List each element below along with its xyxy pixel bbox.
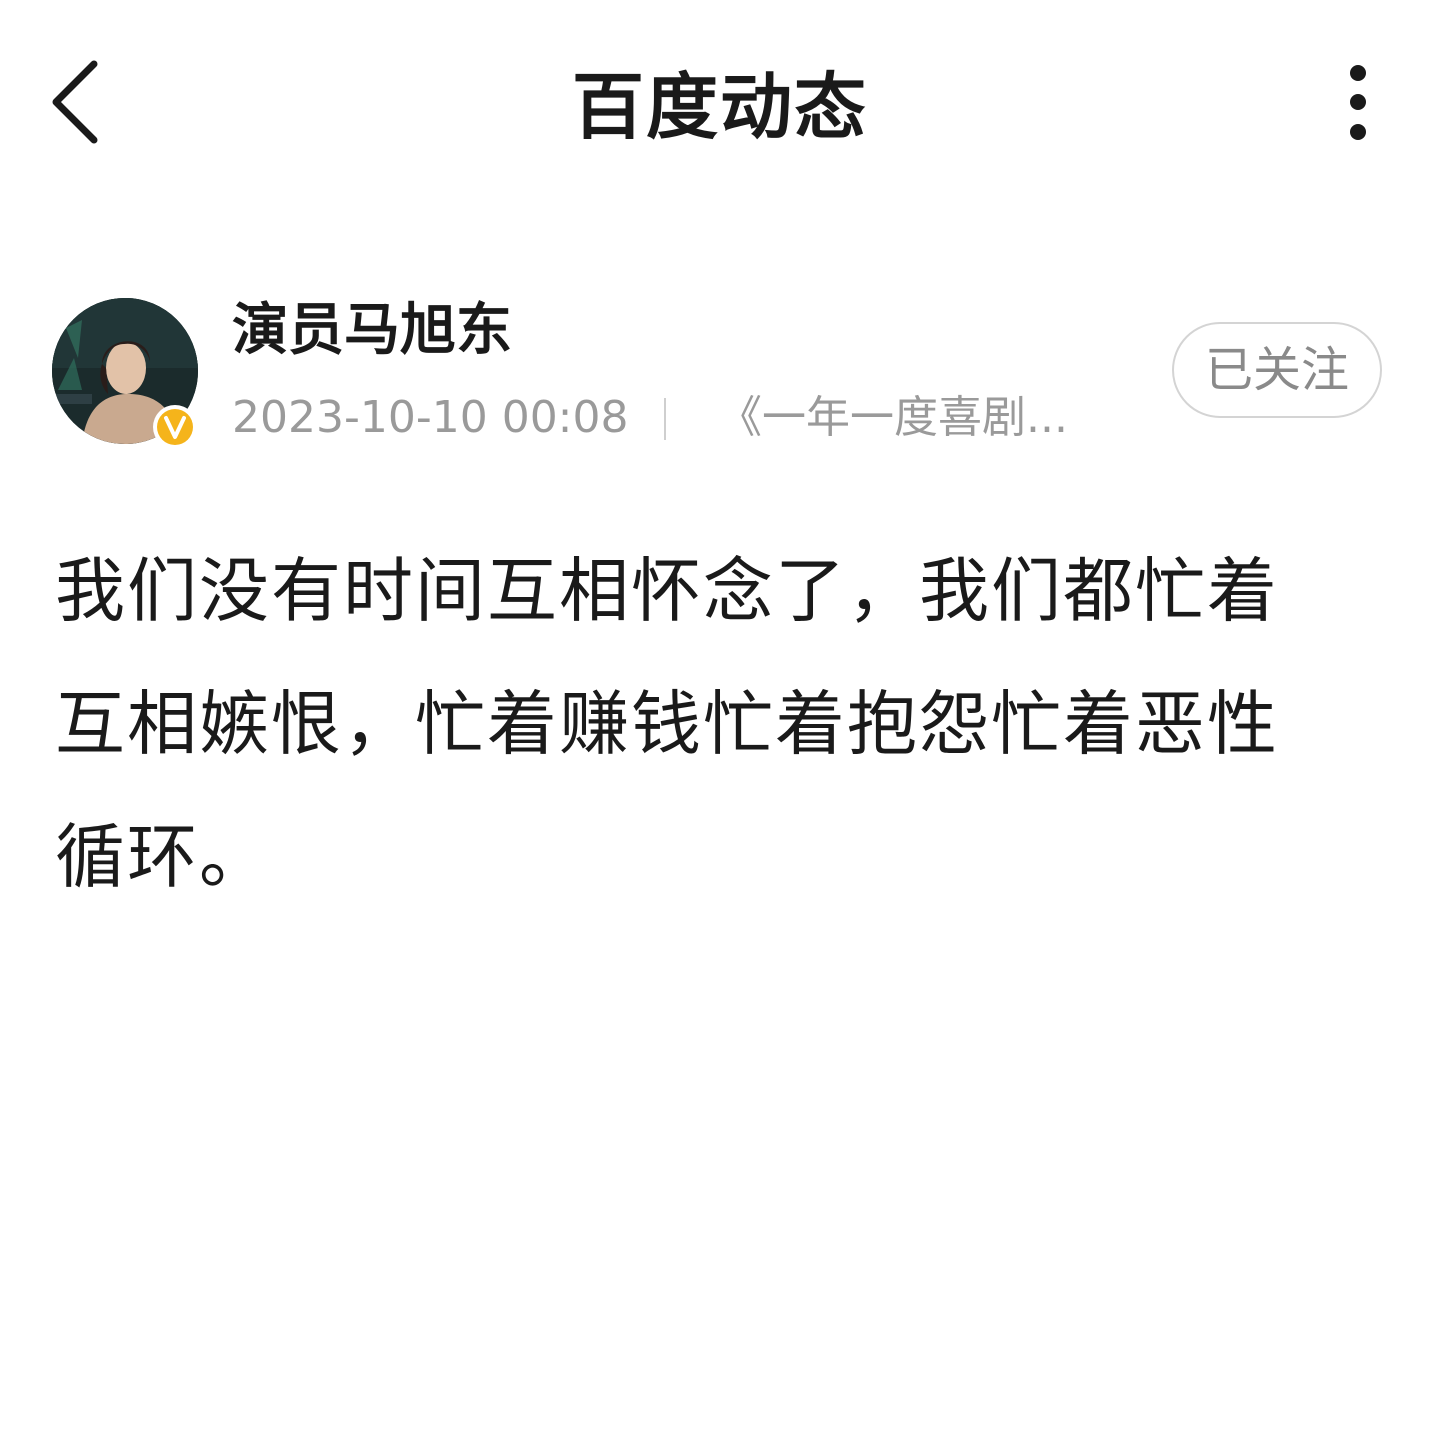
source-link[interactable]: 《一年一度喜剧... — [718, 388, 1078, 448]
more-vertical-icon — [1350, 65, 1366, 140]
back-button[interactable] — [40, 52, 120, 152]
post-content: 我们没有时间互相怀念了，我们都忙着互相嫉恨，忙着赚钱忙着抱怨忙着恶性循环。 — [55, 550, 1279, 898]
top-navbar: 百度动态 — [0, 0, 1440, 210]
more-options-button[interactable] — [1318, 55, 1398, 155]
meta-divider — [664, 398, 666, 440]
author-header: 演员马旭东 2023-10-10 00:08 《一年一度喜剧... 已关注 — [0, 290, 1440, 460]
chevron-left-icon — [52, 60, 98, 144]
follow-button[interactable]: 已关注 — [1172, 322, 1382, 418]
post-timestamp: 2023-10-10 00:08 — [232, 392, 629, 443]
page-title: 百度动态 — [571, 65, 868, 149]
author-name[interactable]: 演员马旭东 — [232, 296, 512, 366]
verified-v-badge-icon — [151, 403, 199, 451]
